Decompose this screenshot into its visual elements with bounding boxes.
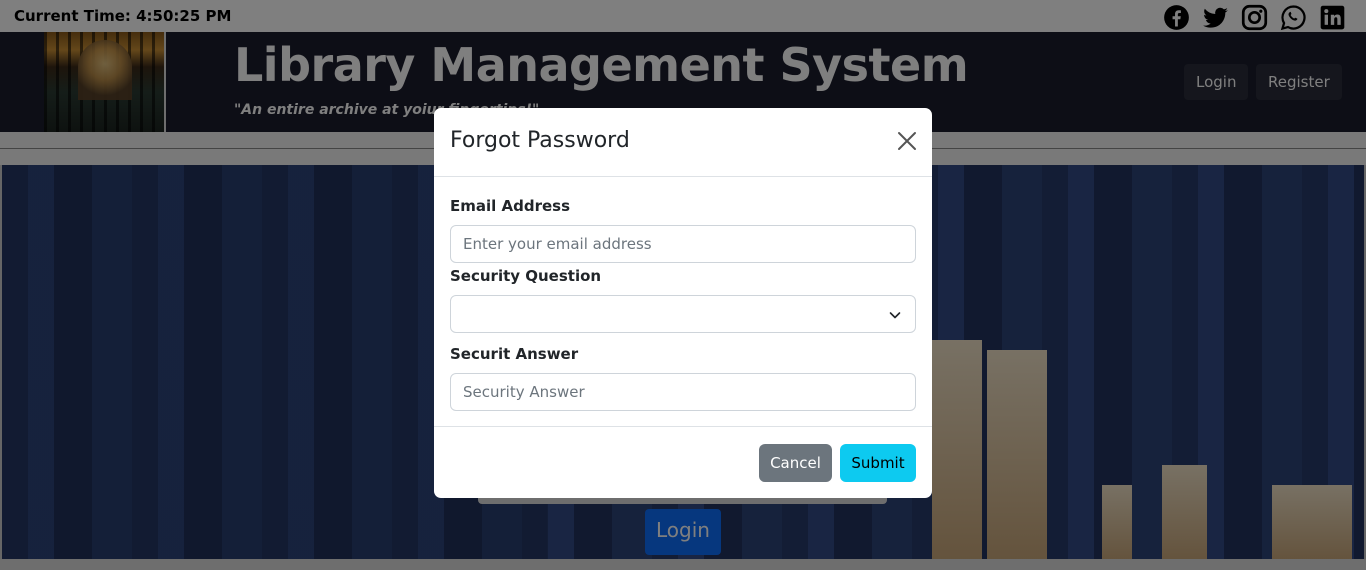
security-answer-field[interactable] bbox=[450, 373, 916, 411]
email-field[interactable] bbox=[450, 225, 916, 263]
cancel-button[interactable]: Cancel bbox=[759, 444, 832, 482]
close-icon[interactable] bbox=[896, 130, 918, 152]
chevron-down-icon bbox=[889, 312, 901, 319]
forgot-password-modal: Forgot Password Email Address Security Q… bbox=[434, 108, 932, 498]
submit-button[interactable]: Submit bbox=[840, 444, 916, 482]
security-answer-label: Securit Answer bbox=[450, 345, 579, 363]
modal-title: Forgot Password bbox=[450, 128, 630, 153]
security-question-label: Security Question bbox=[450, 267, 602, 285]
security-question-select[interactable] bbox=[450, 295, 916, 333]
email-label: Email Address bbox=[450, 197, 571, 215]
modal-body: Email Address Security Question Securit … bbox=[434, 177, 932, 427]
modal-header: Forgot Password bbox=[434, 108, 932, 177]
